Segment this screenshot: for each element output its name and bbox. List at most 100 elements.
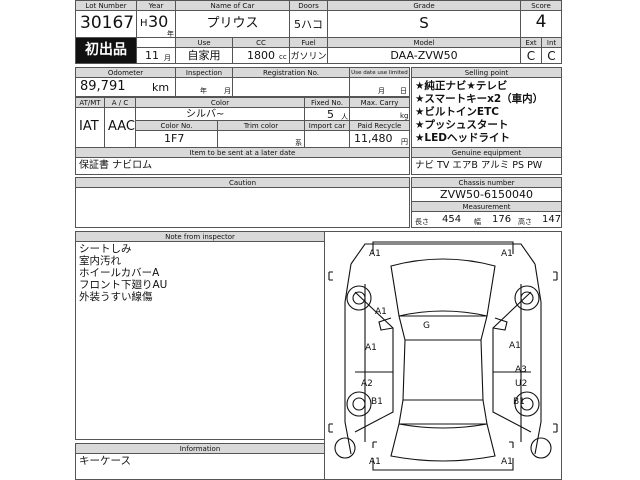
- information: キーケース: [79, 455, 131, 467]
- damage-mark-right-rear-wheel: B1: [513, 397, 525, 407]
- car-name: プリウス: [206, 16, 259, 31]
- windshield: [398, 310, 488, 341]
- fuel: ガソリン: [290, 52, 327, 62]
- month-suffix: 月: [164, 54, 171, 62]
- inspection-month-label: 月: [224, 87, 231, 95]
- model: DAA-ZVW50: [390, 49, 458, 62]
- information-cell: キーケース: [75, 453, 325, 480]
- genuine-equipment: ナビ TV エアB アルミ PS PW: [415, 160, 543, 171]
- inspector-note-item: 室内汚れ: [79, 255, 121, 267]
- spare-wheel-left: [334, 437, 356, 459]
- selling-points-cell: ★純正ナビ★テレビ ★スマートキーx2（車内） ★ビルトインETC ★プッシュスタート…: [411, 77, 562, 148]
- genuine-equipment-cell: ナビ TV エアB アルミ PS PW: [411, 157, 562, 175]
- color-no: 1F7: [164, 132, 185, 145]
- height-label: 高さ: [518, 218, 532, 226]
- year-era: H: [140, 18, 148, 29]
- damage-mark-rear-bumper-left: A1: [369, 457, 381, 467]
- year-number: 30: [148, 12, 169, 31]
- height: 147: [542, 214, 562, 225]
- damage-mark-front-left-fender: A1: [369, 249, 381, 259]
- int-grade: C: [547, 49, 556, 63]
- selling-point-item: ★純正ナビ★テレビ: [415, 80, 508, 92]
- use-date-cell: 月 日: [349, 77, 410, 97]
- doors: 5ハコ: [294, 18, 323, 31]
- registration-cell: [232, 77, 350, 97]
- atmt-cell: IAT: [75, 107, 105, 148]
- odometer-unit: km: [152, 81, 170, 94]
- inspector-note-item: シートしみ: [79, 243, 132, 255]
- selling-point-item: ★スマートキーx2（車内）: [415, 93, 544, 105]
- first-listing-badge: 初出品: [85, 42, 127, 58]
- left-mirror: [378, 317, 394, 331]
- recycle-fee: 11,480: [354, 132, 393, 145]
- model-cell: DAA-ZVW50: [327, 47, 521, 64]
- ext-grade: C: [526, 49, 536, 63]
- ac-cell: AAC: [104, 107, 136, 148]
- max-carry-cell: kg: [349, 107, 410, 121]
- right-headlight: [553, 271, 558, 281]
- lot-number-cell: 30167: [75, 10, 137, 38]
- inspection-cell: 年 月: [175, 77, 233, 97]
- atmt: IAT: [79, 119, 99, 134]
- inspector-note-item: ホイールカバーA: [79, 267, 160, 279]
- later-items: 保証書 ナビロム: [79, 160, 153, 171]
- front-left-wheel: [346, 285, 372, 311]
- grade: S: [419, 14, 429, 32]
- inspection-year-label: 年: [200, 87, 207, 95]
- recycle-unit: 円: [401, 138, 408, 146]
- odometer-cell: 89,791 km: [75, 77, 176, 97]
- inspector-notes-cell: シートしみ 室内汚れ ホイールカバーA フロント下廻りAU 外装うすい線傷: [75, 241, 325, 440]
- trunk: [390, 423, 496, 462]
- chassis-cell: ZVW50-6150040: [411, 187, 562, 202]
- damage-mark-left-front-door: A1: [375, 307, 387, 317]
- damage-mark-rear-bumper-right: A1: [501, 457, 513, 467]
- rear-left-wheel: [346, 391, 372, 417]
- recycle-cell: 11,480 円: [349, 130, 410, 148]
- measurement-cell: 長さ 454 幅 176 高さ 147: [411, 211, 562, 228]
- color-cell: シルバ~: [135, 107, 305, 121]
- use-cell: 自家用: [175, 47, 233, 64]
- inspector-notes-list: シートしみ 室内汚れ ホイールカバーA フロント下廻りAU 外装うすい線傷: [79, 243, 167, 303]
- selling-point-item: ★LEDヘッドライト: [415, 132, 510, 144]
- damage-diagram-cell: A1 A1 A1 G A1 A1 A2 A3 U2 B1 B1 A1 A1: [324, 231, 562, 480]
- score: 4: [535, 12, 547, 32]
- hood: [390, 258, 496, 317]
- selling-point-item: ★ビルトインETC: [415, 106, 499, 118]
- selling-point-item: ★プッシュスタート: [415, 119, 509, 131]
- color-no-cell: 1F7: [135, 130, 218, 148]
- front-right-wheel: [514, 285, 540, 311]
- year-cell: H 30 年: [136, 10, 176, 38]
- inspector-note-item: 外装うすい線傷: [79, 291, 153, 303]
- cc-cell: 1800 cc: [232, 47, 290, 64]
- damage-mark-left-quarter: A2: [361, 379, 373, 389]
- left-headlight: [328, 271, 333, 281]
- odometer-value: 89,791: [80, 79, 126, 94]
- length-label: 長さ: [415, 218, 429, 226]
- cc: 1800: [247, 49, 275, 62]
- max-carry-unit: kg: [400, 112, 409, 120]
- chassis-number: ZVW50-6150040: [440, 188, 533, 201]
- fuel-cell: ガソリン: [289, 47, 328, 64]
- score-cell: 4: [520, 10, 562, 38]
- left-taillight: [328, 423, 333, 433]
- roof: [402, 339, 484, 401]
- cc-unit: cc: [279, 53, 287, 61]
- damage-mark-windshield: G: [423, 321, 430, 331]
- caution-cell: [75, 187, 410, 228]
- rear-bumper: [372, 458, 514, 471]
- month-cell: 11 月: [136, 47, 176, 64]
- use: 自家用: [187, 49, 221, 62]
- damage-mark-left-rear-wheel: B1: [371, 397, 383, 407]
- fixed-no-cell: 5 人: [304, 107, 350, 121]
- car-name-cell: プリウス: [175, 10, 290, 38]
- lot-number: 30167: [80, 13, 135, 33]
- width-label: 幅: [474, 218, 481, 226]
- selling-points-list: ★純正ナビ★テレビ ★スマートキーx2（車内） ★ビルトインETC ★プッシュスタート…: [415, 80, 543, 145]
- right-taillight: [553, 423, 558, 433]
- trim-color-cell: 系: [217, 130, 305, 148]
- spare-wheel-right: [530, 437, 552, 459]
- use-date-day-label: 日: [400, 87, 407, 95]
- front-left-wheel-hub: [352, 291, 366, 305]
- right-mirror: [492, 317, 508, 331]
- ext-cell: C: [520, 47, 542, 64]
